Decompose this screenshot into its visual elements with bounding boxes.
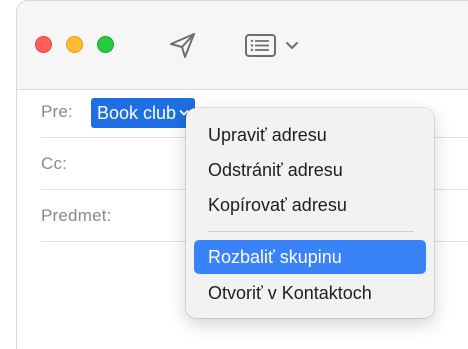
cc-field-label: Cc:	[41, 154, 68, 173]
send-button[interactable]	[167, 29, 199, 61]
minimize-window-button[interactable]	[66, 36, 83, 53]
toolbar	[17, 1, 468, 90]
recipient-context-menu: Upraviť adresu Odstrániť adresu Kopírova…	[186, 108, 434, 318]
subject-field-label: Predmet:	[41, 206, 112, 225]
to-field-label: Pre:	[41, 102, 73, 121]
chevron-down-icon	[286, 42, 298, 49]
close-window-button[interactable]	[35, 36, 52, 53]
header-fields-button[interactable]	[243, 29, 303, 61]
menu-item-remove-address[interactable]: Odstrániť adresu	[194, 153, 426, 187]
menu-separator	[208, 231, 414, 232]
menu-item-open-in-contacts[interactable]: Otvoriť v Kontaktoch	[194, 276, 426, 310]
zoom-window-button[interactable]	[97, 36, 114, 53]
recipient-token[interactable]: Book club	[91, 98, 196, 128]
menu-item-expand-group[interactable]: Rozbaliť skupinu	[194, 240, 426, 274]
recipient-token-label: Book club	[97, 103, 177, 123]
header-fields-icon	[245, 34, 276, 57]
menu-item-edit-address[interactable]: Upraviť adresu	[194, 118, 426, 152]
menu-item-copy-address[interactable]: Kopírovať adresu	[194, 188, 426, 222]
paper-plane-icon	[170, 33, 195, 58]
